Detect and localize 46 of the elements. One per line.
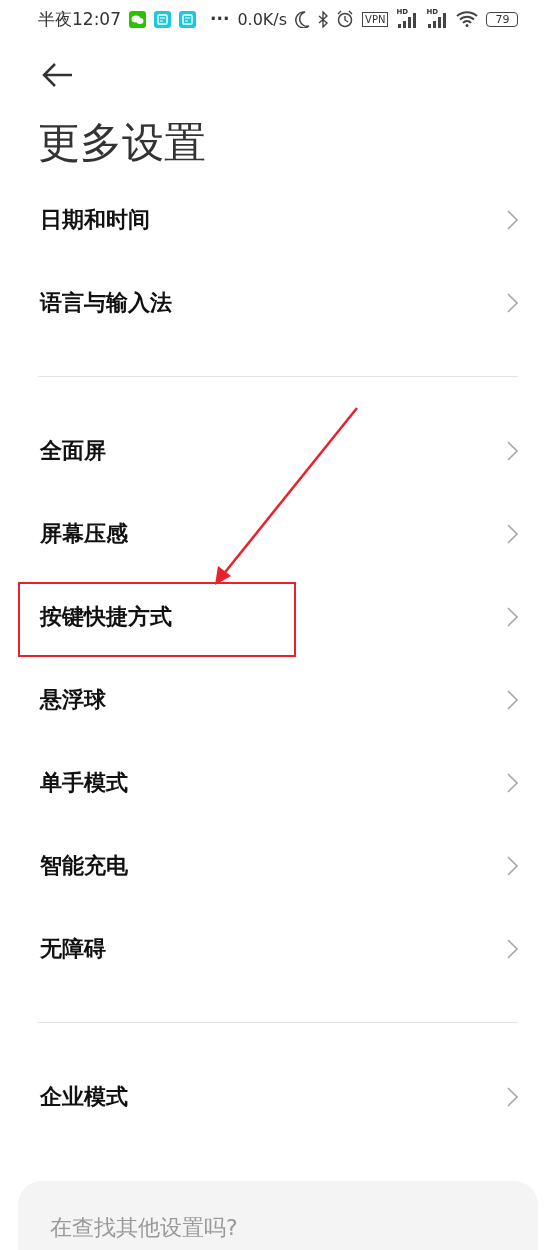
wifi-icon [456,11,479,27]
setting-label: 智能充电 [40,851,128,880]
chevron-right-icon [507,855,518,876]
clock-time: 半夜12:07 [38,7,121,31]
chevron-right-icon [507,938,518,959]
setting-label: 企业模式 [40,1082,128,1111]
bluetooth-icon [318,10,329,28]
chevron-right-icon [507,209,518,230]
settings-row[interactable]: 屏幕压感 [0,492,556,575]
network-speed: 0.0K/s [237,9,288,29]
setting-label: 屏幕压感 [40,519,128,548]
search-prompt: 在查找其他设置吗? [50,1215,238,1240]
settings-row[interactable]: 智能充电 [0,824,556,907]
vpn-indicator: VPN [362,11,389,27]
chevron-right-icon [507,440,518,461]
battery-level: 79 [486,11,519,27]
chevron-right-icon [507,689,518,710]
setting-label: 悬浮球 [40,685,106,714]
settings-row[interactable]: 全面屏 [0,409,556,492]
message-app-icon [179,10,196,28]
chevron-right-icon [507,292,518,313]
setting-label: 全面屏 [40,436,106,465]
setting-label: 语言与输入法 [40,288,172,317]
settings-row[interactable]: 无障碍 [0,907,556,990]
settings-row[interactable]: 语言与输入法 [0,261,556,344]
settings-row[interactable]: 悬浮球 [0,658,556,741]
page-title: 更多设置 [38,117,207,169]
chevron-right-icon [507,606,518,627]
chevron-right-icon [507,1086,518,1107]
setting-label: 无障碍 [40,934,106,963]
signal-icon [426,12,449,28]
settings-row[interactable]: 单手模式 [0,741,556,824]
setting-label: 按键快捷方式 [40,602,172,631]
setting-label: 日期和时间 [40,205,150,234]
settings-row[interactable]: 企业模式 [0,1055,556,1138]
chat-app-icon [129,10,146,28]
message-app-icon [154,10,171,28]
moon-icon [295,10,311,28]
chevron-right-icon [507,523,518,544]
chevron-right-icon [507,772,518,793]
more-notifications-icon: ··· [210,9,230,29]
setting-label: 单手模式 [40,768,128,797]
signal-icon [396,12,419,28]
settings-row[interactable]: 按键快捷方式 [0,575,556,658]
settings-row[interactable]: 日期和时间 [0,178,556,261]
alarm-icon [336,10,355,28]
